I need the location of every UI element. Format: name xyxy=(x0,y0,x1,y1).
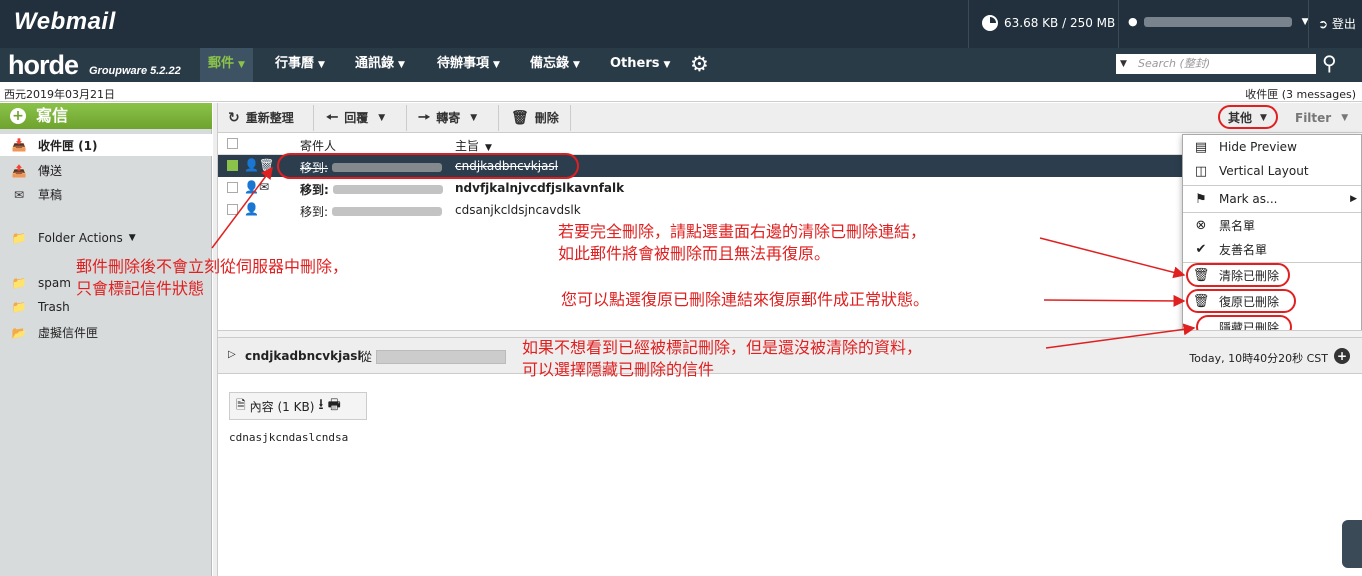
arrow-to-deleted-row xyxy=(211,166,273,249)
side-widget[interactable] xyxy=(1342,520,1362,568)
arrow-to-purge xyxy=(1039,237,1186,279)
arrow-to-hide-deleted xyxy=(1045,323,1196,349)
annotation-arrows xyxy=(211,166,1196,349)
arrow-to-undelete xyxy=(1043,294,1186,307)
